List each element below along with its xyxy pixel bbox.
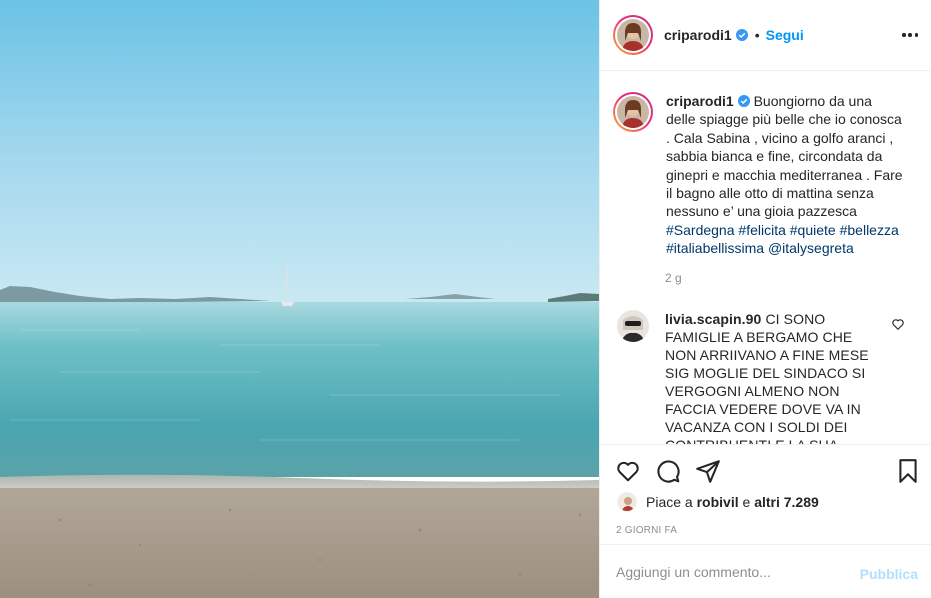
caption-body: Buongiorno da una delle spiagge più bell… [666, 93, 903, 220]
author-username[interactable]: criparodi1 [664, 27, 732, 43]
post-photo[interactable] [0, 0, 599, 598]
instagram-post-view: criparodi1 • Segui criparodi1 Buongiorno… [0, 0, 931, 598]
caption-text-block: criparodi1 Buongiorno da una delle spiag… [666, 92, 904, 258]
comment-item: livia.scapin.90 CI SONO FAMIGLIE A BERGA… [617, 310, 887, 444]
comment-icon[interactable] [655, 458, 681, 484]
liker-username[interactable]: robivil [697, 494, 739, 510]
more-options-icon[interactable] [902, 28, 918, 42]
mention-link[interactable]: @italysegreta [768, 240, 854, 256]
commenter-username[interactable]: livia.scapin.90 [665, 311, 761, 327]
post-date[interactable]: 2 GIORNI FA [616, 525, 677, 536]
post-details-panel: criparodi1 • Segui criparodi1 Buongiorno… [599, 0, 931, 598]
caption: criparodi1 Buongiorno da una delle spiag… [613, 92, 904, 258]
share-icon[interactable] [695, 458, 721, 484]
author-story-ring[interactable] [613, 15, 653, 55]
likes-prefix: Piace a [646, 494, 693, 510]
commenter-avatar[interactable] [617, 310, 649, 342]
add-comment-bar: Aggiungi un commento... Pubblica [600, 544, 931, 598]
likes-summary: Piace a robivil e altri 7.289 [617, 492, 819, 512]
post-header: criparodi1 • Segui [600, 0, 931, 71]
hashtag-link[interactable]: #felicita [738, 222, 785, 238]
author-avatar[interactable] [617, 19, 649, 51]
liker-avatar[interactable] [617, 492, 637, 512]
follow-button[interactable]: Segui [766, 27, 804, 43]
bookmark-icon[interactable] [895, 458, 921, 484]
hashtag-link[interactable]: #quiete [790, 222, 836, 238]
hashtag-link[interactable]: #italiabellissima [666, 240, 764, 256]
comment-input[interactable]: Aggiungi un commento... [616, 564, 856, 580]
verified-badge-icon [735, 29, 748, 41]
beach-photo-image [0, 0, 599, 598]
publish-button[interactable]: Pubblica [860, 566, 918, 582]
caption-author-username[interactable]: criparodi1 [666, 93, 734, 109]
comment-body: CI SONO FAMIGLIE A BERGAMO CHE NON ARRII… [665, 311, 869, 444]
likes-joiner: e [742, 494, 751, 510]
caption-timestamp[interactable]: 2 g [665, 271, 682, 285]
caption-verified-badge-icon [737, 95, 750, 107]
separator-dot: • [754, 27, 760, 43]
caption-author-story-ring[interactable] [613, 92, 653, 132]
comments-scroll-area[interactable]: criparodi1 Buongiorno da una delle spiag… [600, 72, 931, 444]
heart-icon[interactable] [615, 458, 641, 484]
hashtag-link[interactable]: #bellezza [840, 222, 899, 238]
caption-author-avatar[interactable] [617, 96, 649, 128]
likes-count-link[interactable]: altri 7.289 [754, 494, 819, 510]
hashtag-link[interactable]: #Sardegna [666, 222, 735, 238]
small-heart-icon[interactable] [891, 317, 905, 331]
post-actions: Piace a robivil e altri 7.289 2 GIORNI F… [600, 444, 931, 544]
comment-text-block: livia.scapin.90 CI SONO FAMIGLIE A BERGA… [665, 310, 887, 444]
